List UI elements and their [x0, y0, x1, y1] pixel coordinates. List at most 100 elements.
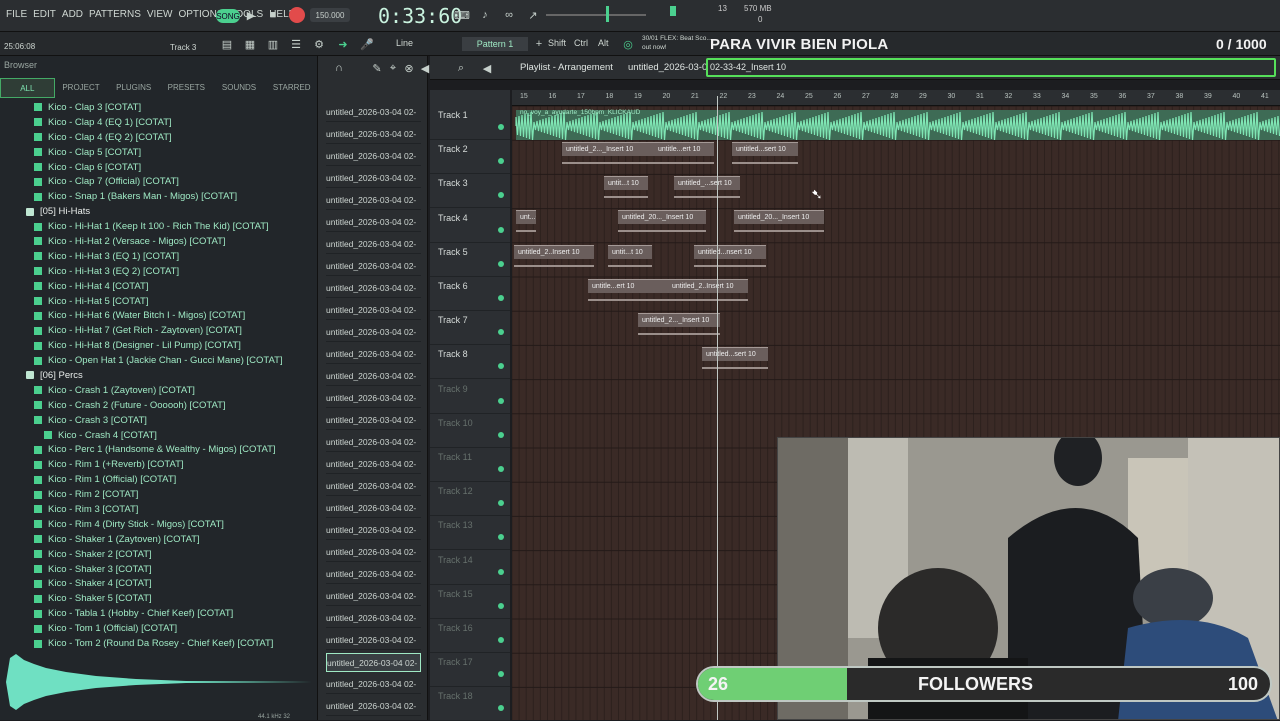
tab-sounds[interactable]: SOUNDS	[213, 78, 266, 98]
alt-key[interactable]: Alt	[598, 38, 609, 48]
pattern-list-item[interactable]: untitled_2026-03-04 02-	[326, 345, 421, 364]
stop-icon[interactable]: ■	[264, 6, 282, 24]
browser-file[interactable]: Kico - Perc 1 (Handsome & Wealthy - Migo…	[0, 442, 318, 457]
track-mute-led[interactable]	[498, 397, 504, 404]
pattern-clip[interactable]: unt...0	[516, 210, 536, 225]
menu-edit[interactable]: EDIT	[33, 9, 56, 20]
track-mute-led[interactable]	[498, 329, 504, 336]
track-mute-led[interactable]	[498, 671, 504, 678]
browser-file[interactable]: Kico - Clap 3 [COTAT]	[0, 100, 318, 115]
track-header[interactable]: Track 8	[430, 345, 510, 380]
pattern-list-item[interactable]: untitled_2026-03-04 02-	[326, 367, 421, 386]
tab-all[interactable]: ALL	[0, 78, 55, 98]
timeline-ruler[interactable]: 15 16 17 18 19 20 21 22 23 24 25 26 27 28 29 30 31 32 33 34…	[512, 90, 1280, 106]
pattern-clip[interactable]: untitled...sert 10	[702, 347, 768, 362]
browser-file[interactable]: Kico - Shaker 4 [COTAT]	[0, 577, 318, 592]
pattern-list-item[interactable]: untitled_2026-03-04 02-	[326, 587, 421, 606]
browser-file[interactable]: Kico - Hi-Hat 3 (EQ 1) [COTAT]	[0, 249, 318, 264]
track-mute-led[interactable]	[498, 431, 504, 438]
browser-file[interactable]: Kico - Shaker 2 [COTAT]	[0, 547, 318, 562]
pattern-clip[interactable]: untitled_20..._Insert 10	[618, 210, 706, 225]
metronome-icon[interactable]: ♪	[476, 6, 494, 24]
pattern-clip[interactable]: untitle...ert 10	[588, 278, 670, 293]
pattern-list-item[interactable]: untitled_2026-03-04 02-	[326, 257, 421, 276]
pattern-list-item[interactable]: untitled_2026-03-04 02-	[326, 301, 421, 320]
track-header[interactable]: Track 12	[430, 482, 510, 517]
pattern-list-item[interactable]: untitled_2026-03-04 02-	[326, 147, 421, 166]
track-header[interactable]: Track 17	[430, 653, 510, 688]
track-mute-led[interactable]	[498, 295, 504, 301]
track-mute-led[interactable]	[498, 124, 504, 130]
pattern-list-item[interactable]: untitled_2026-03-04 02-	[326, 323, 421, 342]
browser-file[interactable]: Kico - Clap 4 (EQ 1) [COTAT]	[0, 115, 318, 130]
track-header[interactable]: Track 4	[430, 209, 510, 243]
master-volume-slider[interactable]	[546, 14, 646, 16]
browser-file[interactable]: Kico - Crash 2 (Future - Oooooh) [COTAT]	[0, 398, 318, 413]
mute-tool-icon[interactable]: ◀	[416, 59, 434, 77]
browser-file[interactable]: Kico - Crash 4 [COTAT]	[0, 428, 318, 443]
pattern-clip[interactable]: untitled...nsert 10	[694, 244, 766, 259]
track-mute-led[interactable]	[498, 192, 504, 199]
track-mute-led[interactable]	[498, 568, 504, 575]
browser-file[interactable]: Kico - Hi-Hat 6 (Water Bitch I - Migos) …	[0, 308, 318, 323]
pattern-list-item[interactable]: untitled_2026-03-04 02-	[326, 609, 421, 628]
add-pattern-icon[interactable]: +	[530, 35, 548, 53]
playhead[interactable]	[717, 96, 718, 720]
pattern-clip[interactable]: untitled_2..Insert 10	[668, 278, 748, 293]
ctrl-key[interactable]: Ctrl	[574, 38, 588, 48]
pattern-clip[interactable]: untitled...sert 10	[732, 142, 798, 156]
snap-select[interactable]: Line	[396, 38, 413, 48]
pattern-selector[interactable]: Pattern 1	[462, 37, 528, 51]
keyboard-icon[interactable]: ⌨	[452, 6, 472, 24]
browser-folder[interactable]: [05] Hi-Hats	[0, 204, 318, 219]
tab-plugins[interactable]: PLUGINS	[107, 78, 160, 98]
browser-file[interactable]: Kico - Clap 5 [COTAT]	[0, 145, 318, 160]
browser-folder[interactable]: [06] Percs	[0, 368, 318, 383]
browser-file[interactable]: Kico - Clap 4 (EQ 2) [COTAT]	[0, 130, 318, 145]
track-mute-led[interactable]	[498, 226, 504, 233]
track-header[interactable]: Track 2	[430, 140, 510, 175]
browser-file[interactable]: Kico - Rim 1 (Official) [COTAT]	[0, 472, 318, 487]
track-mute-led[interactable]	[498, 602, 504, 609]
pattern-list-item[interactable]: untitled_2026-03-04 02-	[326, 279, 421, 298]
track-header[interactable]: Track 5	[430, 243, 510, 277]
pattern-list-item[interactable]: untitled_2026-03-04 02-	[326, 675, 421, 694]
browser-file[interactable]: Kico - Open Hat 1 (Jackie Chan - Gucci M…	[0, 353, 318, 368]
pattern-clip[interactable]: untitled_2..._Insert 10	[562, 142, 654, 156]
browser-file[interactable]: Kico - Snap 1 (Bakers Man - Migos) [COTA…	[0, 189, 318, 204]
browser-file[interactable]: Kico - Crash 1 (Zaytoven) [COTAT]	[0, 383, 318, 398]
browser-file[interactable]: Kico - Rim 2 [COTAT]	[0, 487, 318, 502]
record-button[interactable]	[289, 7, 305, 23]
browser-file[interactable]: Kico - Tom 1 (Official) [COTAT]	[0, 621, 318, 636]
browser-file[interactable]: Kico - Hi-Hat 1 (Keep It 100 - Rich The …	[0, 219, 318, 234]
pattern-song-toggle[interactable]: SONG	[216, 9, 240, 23]
magnet-icon[interactable]: ∩	[330, 59, 348, 77]
playback-tool-icon[interactable]: ◀	[478, 59, 496, 77]
pattern-list-item[interactable]: untitled_2026-03-04 02-	[326, 411, 421, 430]
track-header[interactable]: Track 1	[430, 106, 510, 140]
browser-file[interactable]: Kico - Hi-Hat 5 [COTAT]	[0, 294, 318, 309]
pattern-list-item[interactable]: untitled_2026-03-04 02-	[326, 543, 421, 562]
menu-patterns[interactable]: PATTERNS	[89, 9, 141, 20]
browser-file[interactable]: Kico - Tabla 1 (Hobby - Chief Keef) [COT…	[0, 606, 318, 621]
track-header[interactable]: Track 11	[430, 448, 510, 482]
browser-file[interactable]: Kico - Rim 3 [COTAT]	[0, 502, 318, 517]
pattern-clip[interactable]: untitled_2..Insert 10	[514, 244, 594, 259]
track-header[interactable]: Track 3	[430, 174, 510, 209]
shift-key[interactable]: Shift	[548, 38, 566, 48]
pattern-list-item[interactable]: untitled_2026-03-04 02-	[326, 103, 421, 122]
pattern-clip[interactable]: untitle...ert 10	[654, 142, 714, 156]
pattern-clip[interactable]: untit...t 10	[604, 176, 648, 191]
pattern-list-item[interactable]: untitled_2026-03-04 02-	[326, 499, 421, 518]
track-mute-led[interactable]	[498, 466, 504, 472]
track-header[interactable]: Track 9	[430, 380, 510, 414]
pattern-list-item[interactable]: untitled_2026-03-04 02-	[326, 213, 421, 232]
track-mute-led[interactable]	[498, 363, 504, 370]
pattern-list-item[interactable]: untitled_2026-03-04 02-	[326, 389, 421, 408]
plugin-icon[interactable]: ⚙	[310, 35, 328, 53]
piano-roll-icon[interactable]: ▥	[264, 35, 282, 53]
browser-file[interactable]: Kico - Hi-Hat 8 (Designer - Lil Pump) [C…	[0, 338, 318, 353]
browser-file[interactable]: Kico - Hi-Hat 4 [COTAT]	[0, 279, 318, 294]
track-mute-led[interactable]	[498, 637, 504, 643]
track-header[interactable]: Track 18	[430, 687, 510, 721]
